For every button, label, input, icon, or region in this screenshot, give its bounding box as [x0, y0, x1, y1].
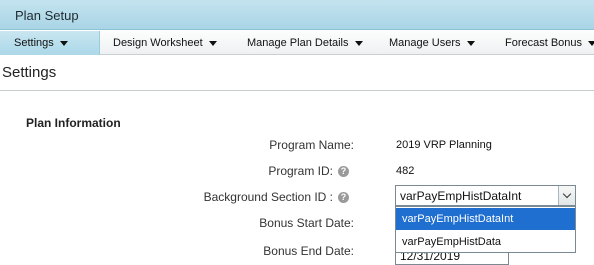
- bonus-end-date-label: Bonus End Date:: [263, 244, 354, 258]
- caret-down-icon: [588, 40, 594, 46]
- caret-down-icon: [354, 40, 363, 46]
- program-name-label-text: Program Name:: [269, 138, 354, 152]
- menu-manage-users[interactable]: Manage Users: [389, 31, 475, 55]
- program-name-value: 2019 VRP Planning: [396, 139, 492, 151]
- chevron-down-icon: [562, 189, 572, 199]
- bonus-end-date-label-text: Bonus End Date:: [263, 244, 354, 258]
- background-section-id-label: Background Section ID :?: [204, 190, 349, 204]
- dropdown-button[interactable]: [558, 186, 575, 205]
- menu-design-worksheet-label: Design Worksheet: [113, 37, 203, 49]
- page-title: Settings: [2, 64, 57, 81]
- heading-divider: [0, 90, 594, 91]
- menu-settings[interactable]: Settings: [0, 31, 100, 55]
- program-id-label-text: Program ID:: [268, 164, 333, 178]
- program-id-value: 482: [396, 165, 415, 177]
- help-icon[interactable]: ?: [338, 192, 349, 204]
- program-name-label: Program Name:: [269, 138, 354, 152]
- help-icon[interactable]: ?: [338, 166, 349, 178]
- background-section-id-selected: varPayEmpHistDataInt: [400, 189, 522, 203]
- menu-settings-label: Settings: [14, 37, 54, 49]
- bonus-start-date-label: Bonus Start Date:: [259, 216, 354, 230]
- menu-manage-users-label: Manage Users: [389, 37, 461, 49]
- menu-design-worksheet[interactable]: Design Worksheet: [113, 31, 217, 55]
- dropdown-option[interactable]: varPayEmpHistDataInt: [396, 208, 575, 230]
- app-titlebar: Plan Setup: [0, 0, 594, 30]
- program-id-label: Program ID:?: [268, 164, 349, 178]
- caret-down-icon: [59, 40, 68, 46]
- app-title: Plan Setup: [15, 8, 79, 23]
- menu-manage-plan-details-label: Manage Plan Details: [247, 37, 349, 49]
- section-title-plan-information: Plan Information: [26, 116, 121, 130]
- dropdown-option[interactable]: varPayEmpHistData: [396, 231, 575, 253]
- menu-manage-plan-details[interactable]: Manage Plan Details: [247, 31, 363, 55]
- menu-forecast-bonus-label: Forecast Bonus: [505, 37, 583, 49]
- background-section-id-select[interactable]: varPayEmpHistDataInt: [395, 185, 576, 206]
- caret-down-icon: [466, 40, 475, 46]
- background-section-id-label-text: Background Section ID :: [203, 190, 333, 204]
- bonus-start-date-label-text: Bonus Start Date:: [259, 216, 354, 230]
- main-menu-bar: Settings Design Worksheet Manage Plan De…: [0, 31, 594, 55]
- background-section-id-dropdown-list: varPayEmpHistDataInt varPayEmpHistData: [395, 206, 576, 253]
- caret-down-icon: [208, 40, 217, 46]
- menu-forecast-bonus[interactable]: Forecast Bonus: [505, 31, 594, 55]
